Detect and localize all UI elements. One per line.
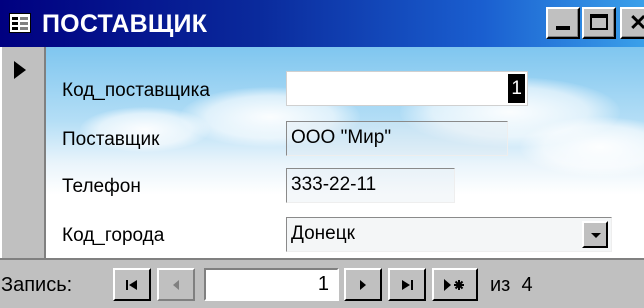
city-dropdown-button[interactable] xyxy=(582,221,608,248)
form-body: Код_поставщика 1 Поставщик ООО "Мир" Тел… xyxy=(0,47,644,258)
new-record-icon xyxy=(444,278,464,291)
supplier-code-field[interactable]: 1 xyxy=(286,71,528,106)
new-record-button[interactable] xyxy=(432,268,478,301)
previous-record-icon xyxy=(173,279,179,290)
next-record-icon xyxy=(360,279,366,290)
minimize-icon xyxy=(556,26,570,30)
last-record-icon xyxy=(402,279,413,290)
previous-record-button[interactable] xyxy=(157,268,195,301)
supplier-code-label: Код_поставщика xyxy=(62,80,210,101)
chevron-down-icon xyxy=(591,233,601,238)
phone-label: Телефон xyxy=(62,176,141,197)
close-button[interactable]: ✕ xyxy=(620,7,644,39)
record-navigation-bar: Запись: 1 из 4 xyxy=(0,258,644,308)
record-number-input[interactable]: 1 xyxy=(204,268,339,301)
window-title: ПОСТАВЩИК xyxy=(42,10,208,38)
first-record-icon xyxy=(126,279,137,290)
supplier-code-value: 1 xyxy=(508,74,525,103)
city-code-combobox[interactable]: Донецк xyxy=(286,217,612,252)
supplier-label: Поставщик xyxy=(62,129,160,150)
form-icon xyxy=(9,13,31,33)
city-code-value: Донецк xyxy=(291,223,355,244)
maximize-button[interactable] xyxy=(582,7,616,39)
first-record-button[interactable] xyxy=(113,268,151,301)
record-label: Запись: xyxy=(1,274,73,296)
phone-field[interactable]: 333-22-11 xyxy=(286,168,455,203)
current-record-arrow-icon xyxy=(14,61,26,79)
city-code-label: Код_города xyxy=(62,225,165,246)
minimize-button[interactable] xyxy=(546,7,580,39)
maximize-icon xyxy=(590,14,608,30)
close-icon: ✕ xyxy=(629,10,644,35)
supplier-field[interactable]: ООО "Мир" xyxy=(286,121,508,156)
record-total: из 4 xyxy=(490,274,533,296)
last-record-button[interactable] xyxy=(388,268,426,301)
title-bar[interactable]: ПОСТАВЩИК ✕ xyxy=(0,0,644,47)
record-selector[interactable] xyxy=(0,47,46,258)
next-record-button[interactable] xyxy=(344,268,382,301)
